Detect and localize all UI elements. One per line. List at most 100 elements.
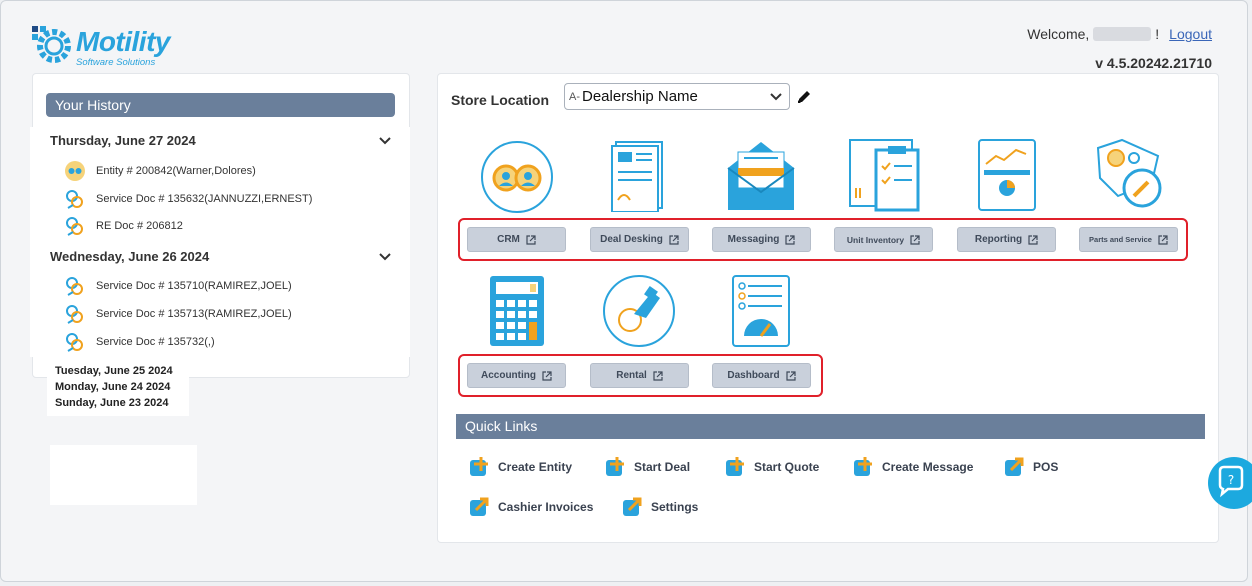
external-link-icon (653, 370, 663, 381)
quick-link-label: Create Entity (498, 460, 573, 474)
parts-service-button[interactable]: Parts and Service (1079, 227, 1178, 252)
external-link-icon (669, 234, 679, 245)
external-link-icon (910, 234, 920, 245)
accounting-icon[interactable] (480, 274, 554, 348)
dashboard-button-label: Dashboard (727, 370, 780, 381)
history-day-header[interactable]: Tuesday, June 25 2024 (47, 363, 189, 379)
welcome-bar: Welcome, ! Logout (1027, 26, 1212, 42)
dashboard-button[interactable]: Dashboard (712, 363, 811, 388)
history-day-header[interactable]: Wednesday, June 26 2024 (50, 249, 209, 264)
gear-logo-icon (32, 26, 71, 63)
history-item-label: Entity # 200842(Warner,Dolores) (96, 165, 256, 177)
crm-icon[interactable] (480, 140, 554, 214)
re-doc-icon (66, 217, 83, 236)
external-link-icon (1028, 234, 1038, 245)
history-item-label: Service Doc # 135732(,) (96, 336, 215, 348)
history-list: Thursday, June 27 2024 Entity # 200842(W… (30, 127, 410, 357)
plus-icon (470, 457, 488, 476)
service-doc-icon (66, 277, 83, 296)
external-link-icon (526, 234, 536, 245)
history-item[interactable]: Entity # 200842(Warner,Dolores) (64, 160, 256, 182)
cashier-invoices-link[interactable]: Cashier Invoices (468, 495, 593, 519)
dashboard-icon[interactable] (724, 274, 798, 348)
service-doc-icon (66, 190, 83, 209)
chevron-down-icon[interactable] (378, 134, 392, 148)
start-deal-link[interactable]: Start Deal (604, 455, 690, 479)
help-chat-button[interactable]: ? (1208, 457, 1252, 509)
collapsed-days-list: Tuesday, June 25 2024 Monday, June 24 20… (47, 360, 189, 416)
quick-link-label: Start Quote (754, 460, 820, 474)
reporting-button-label: Reporting (974, 234, 1023, 245)
external-link-icon (1158, 234, 1168, 245)
store-location-label: Store Location (451, 92, 550, 108)
motility-logo: Motility Software Solutions (30, 24, 200, 70)
launch-icon (470, 497, 489, 516)
history-item[interactable]: Service Doc # 135732(,) (64, 331, 215, 353)
plus-icon (726, 457, 744, 476)
history-day-header[interactable]: Monday, June 24 2024 (47, 379, 189, 395)
history-day-header[interactable]: Sunday, June 23 2024 (47, 395, 189, 411)
history-item-label: Service Doc # 135632(JANNUZZI,ERNEST) (96, 193, 313, 205)
rental-button[interactable]: Rental (590, 363, 689, 388)
reporting-button[interactable]: Reporting (957, 227, 1056, 252)
pencil-edit-icon[interactable] (796, 89, 812, 105)
external-link-icon (786, 370, 796, 381)
history-item[interactable]: Service Doc # 135632(JANNUZZI,ERNEST) (64, 188, 312, 210)
quick-link-label: Start Deal (634, 460, 691, 474)
version-label: v 4.5.20242.21710 (1095, 55, 1212, 71)
reporting-icon[interactable] (970, 138, 1044, 212)
store-value: Dealership Name (582, 88, 698, 105)
quick-link-label: Settings (651, 500, 699, 514)
external-link-icon (785, 234, 795, 245)
username-redacted (1093, 27, 1152, 41)
deal-desking-button-label: Deal Desking (600, 234, 663, 245)
launch-icon (1005, 457, 1024, 476)
service-doc-icon (66, 305, 83, 324)
quick-links-title: Quick Links (456, 414, 1205, 439)
history-item[interactable]: Service Doc # 135713(RAMIREZ,JOEL) (64, 303, 292, 325)
store-location-select[interactable]: A- Dealership Name (564, 83, 790, 110)
crm-button-label: CRM (497, 234, 520, 245)
history-item[interactable]: RE Doc # 206812 (64, 215, 183, 237)
service-doc-icon (66, 333, 83, 352)
store-prefix: A- (569, 90, 580, 103)
logo-wordmark: Motility (76, 26, 171, 57)
messaging-button[interactable]: Messaging (712, 227, 811, 252)
settings-link[interactable]: Settings (621, 495, 698, 519)
accounting-button[interactable]: Accounting (467, 363, 566, 388)
history-item[interactable]: Service Doc # 135710(RAMIREZ,JOEL) (64, 275, 292, 297)
crm-button[interactable]: CRM (467, 227, 566, 252)
history-day-header[interactable]: Thursday, June 27 2024 (50, 133, 196, 148)
unit-inventory-button-label: Unit Inventory (846, 234, 905, 245)
pos-link[interactable]: POS (1003, 455, 1058, 479)
history-item-label: Service Doc # 135710(RAMIREZ,JOEL) (96, 280, 292, 292)
help-bubble-icon: ? (1218, 465, 1244, 498)
rental-icon[interactable] (602, 274, 676, 348)
external-link-icon (542, 370, 552, 381)
history-title: Your History (46, 93, 395, 117)
chevron-down-icon[interactable] (378, 250, 392, 264)
create-entity-link[interactable]: Create Entity (468, 455, 572, 479)
start-quote-link[interactable]: Start Quote (724, 455, 819, 479)
unit-inventory-button[interactable]: Unit Inventory (834, 227, 933, 252)
parts-service-icon[interactable] (1092, 138, 1166, 212)
deal-desking-icon[interactable] (602, 138, 676, 212)
quick-link-label: Create Message (882, 460, 974, 474)
rental-button-label: Rental (616, 370, 647, 381)
history-item-label: RE Doc # 206812 (96, 220, 183, 232)
svg-text:?: ? (1228, 473, 1234, 487)
entity-icon (65, 161, 85, 181)
logout-link[interactable]: Logout (1169, 26, 1212, 42)
logo-tagline: Software Solutions (76, 57, 156, 68)
chevron-down-icon (770, 93, 782, 101)
messaging-icon[interactable] (724, 138, 798, 212)
deal-desking-button[interactable]: Deal Desking (590, 227, 689, 252)
quick-link-label: Cashier Invoices (498, 500, 594, 514)
accounting-button-label: Accounting (481, 370, 536, 381)
welcome-text: Welcome, (1027, 26, 1090, 42)
unit-inventory-icon[interactable] (846, 138, 920, 212)
plus-icon (854, 457, 872, 476)
create-message-link[interactable]: Create Message (852, 455, 973, 479)
parts-service-button-label: Parts and Service (1089, 235, 1152, 244)
plus-icon (606, 457, 624, 476)
